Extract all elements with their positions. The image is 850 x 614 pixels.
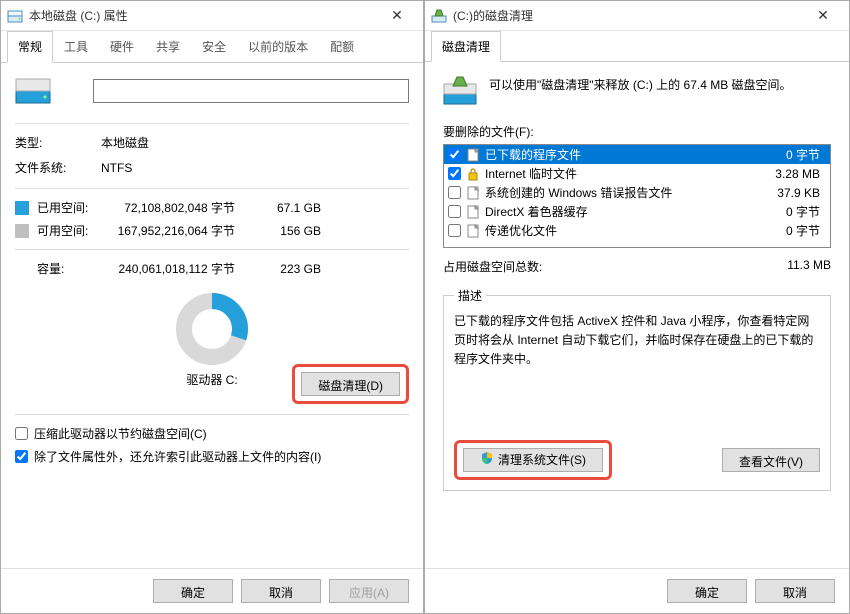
file-name: Internet 临时文件: [485, 165, 752, 182]
file-icon: [465, 147, 481, 163]
ok-button[interactable]: 确定: [153, 579, 233, 603]
apply-button[interactable]: 应用(A): [329, 579, 409, 603]
cleanup-icon: [431, 8, 447, 24]
file-checkbox[interactable]: [448, 148, 461, 161]
free-gb: 156 GB: [251, 224, 321, 238]
file-item[interactable]: Internet 临时文件 3.28 MB: [444, 164, 830, 183]
file-size: 0 字节: [756, 222, 826, 239]
tab-quota[interactable]: 配额: [319, 31, 365, 62]
file-name: 系统创建的 Windows 错误报告文件: [485, 184, 752, 201]
file-item[interactable]: DirectX 着色器缓存 0 字节: [444, 202, 830, 221]
total-value: 11.3 MB: [787, 258, 831, 275]
description-legend: 描述: [454, 287, 486, 304]
close-button[interactable]: ✕: [377, 2, 417, 30]
file-item[interactable]: 系统创建的 Windows 错误报告文件 37.9 KB: [444, 183, 830, 202]
free-bytes: 167,952,216,064 字节: [101, 222, 251, 239]
usage-chart: [15, 293, 409, 365]
capacity-bytes: 240,061,018,112 字节: [101, 260, 251, 277]
file-size: 3.28 MB: [756, 167, 826, 181]
shield-icon: [480, 451, 494, 468]
lock-icon: [465, 166, 481, 182]
file-checkbox[interactable]: [448, 167, 461, 180]
tab-tools[interactable]: 工具: [53, 31, 99, 62]
close-button[interactable]: ✕: [803, 2, 843, 30]
tabs: 磁盘清理: [425, 31, 849, 62]
file-checkbox[interactable]: [448, 186, 461, 199]
capacity-gb: 223 GB: [251, 262, 321, 276]
clean-system-files-button[interactable]: 清理系统文件(S): [463, 448, 603, 472]
drive-icon: [7, 8, 23, 24]
tab-sharing[interactable]: 共享: [145, 31, 191, 62]
cleanup-large-icon: [443, 76, 477, 109]
ok-button[interactable]: 确定: [667, 579, 747, 603]
fs-value: NTFS: [101, 161, 132, 175]
disk-properties-window: 本地磁盘 (C:) 属性 ✕ 常规 工具 硬件 共享 安全 以前的版本 配额 类…: [0, 0, 424, 614]
compress-label: 压缩此驱动器以节约磁盘空间(C): [34, 425, 207, 442]
capacity-label: 容量:: [37, 260, 101, 277]
clean-system-label: 清理系统文件(S): [498, 451, 586, 468]
files-label: 要删除的文件(F):: [443, 123, 831, 140]
compress-checkbox[interactable]: [15, 427, 28, 440]
file-name: 传递优化文件: [485, 222, 752, 239]
file-icon: [465, 185, 481, 201]
index-checkbox-row[interactable]: 除了文件属性外，还允许索引此驱动器上文件的内容(I): [15, 448, 409, 465]
index-label: 除了文件属性外，还允许索引此驱动器上文件的内容(I): [34, 448, 321, 465]
type-label: 类型:: [15, 134, 101, 151]
file-name: DirectX 着色器缓存: [485, 203, 752, 220]
tab-previous[interactable]: 以前的版本: [237, 31, 319, 62]
compress-checkbox-row[interactable]: 压缩此驱动器以节约磁盘空间(C): [15, 425, 409, 442]
free-color: [15, 224, 29, 238]
cleanup-header-text: 可以使用"磁盘清理"来释放 (C:) 上的 67.4 MB 磁盘空间。: [489, 76, 831, 94]
file-size: 0 字节: [756, 146, 826, 163]
used-color: [15, 201, 29, 215]
fs-label: 文件系统:: [15, 159, 101, 176]
file-checkbox[interactable]: [448, 224, 461, 237]
tab-cleanup[interactable]: 磁盘清理: [431, 31, 501, 62]
description-text: 已下载的程序文件包括 ActiveX 控件和 Java 小程序，你查看特定网页时…: [454, 312, 820, 370]
used-label: 已用空间:: [37, 199, 101, 216]
tab-hardware[interactable]: 硬件: [99, 31, 145, 62]
total-label: 占用磁盘空间总数:: [443, 258, 542, 275]
view-files-button[interactable]: 查看文件(V): [722, 448, 820, 472]
cancel-button[interactable]: 取消: [241, 579, 321, 603]
description-fieldset: 描述 已下载的程序文件包括 ActiveX 控件和 Java 小程序，你查看特定…: [443, 287, 831, 491]
file-size: 0 字节: [756, 203, 826, 220]
window-title: (C:)的磁盘清理: [453, 7, 803, 24]
titlebar[interactable]: 本地磁盘 (C:) 属性 ✕: [1, 1, 423, 31]
type-value: 本地磁盘: [101, 134, 149, 151]
free-label: 可用空间:: [37, 222, 101, 239]
used-gb: 67.1 GB: [251, 201, 321, 215]
file-icon: [465, 223, 481, 239]
file-item[interactable]: 传递优化文件 0 字节: [444, 221, 830, 240]
dialog-buttons: 确定 取消 应用(A): [1, 568, 423, 613]
file-list[interactable]: 已下载的程序文件 0 字节 Internet 临时文件 3.28 MB 系统创建…: [443, 144, 831, 248]
drive-large-icon: [15, 77, 93, 105]
tab-security[interactable]: 安全: [191, 31, 237, 62]
tabs: 常规 工具 硬件 共享 安全 以前的版本 配额: [1, 31, 423, 63]
cleanup-highlight: 磁盘清理(D): [292, 364, 409, 404]
window-title: 本地磁盘 (C:) 属性: [29, 7, 377, 24]
index-checkbox[interactable]: [15, 450, 28, 463]
clean-system-highlight: 清理系统文件(S): [454, 440, 612, 480]
file-checkbox[interactable]: [448, 205, 461, 218]
cancel-button[interactable]: 取消: [755, 579, 835, 603]
disk-cleanup-window: (C:)的磁盘清理 ✕ 磁盘清理 可以使用"磁盘清理"来释放 (C:) 上的 6…: [424, 0, 850, 614]
drive-name-input[interactable]: [93, 79, 409, 103]
tab-general[interactable]: 常规: [7, 31, 53, 63]
file-item[interactable]: 已下载的程序文件 0 字节: [444, 145, 830, 164]
dialog-buttons: 确定 取消: [425, 568, 849, 613]
file-icon: [465, 204, 481, 220]
used-bytes: 72,108,802,048 字节: [101, 199, 251, 216]
content: 可以使用"磁盘清理"来释放 (C:) 上的 67.4 MB 磁盘空间。 要删除的…: [425, 62, 849, 568]
file-name: 已下载的程序文件: [485, 146, 752, 163]
file-size: 37.9 KB: [756, 186, 826, 200]
titlebar[interactable]: (C:)的磁盘清理 ✕: [425, 1, 849, 31]
disk-cleanup-button[interactable]: 磁盘清理(D): [301, 372, 400, 396]
content: 类型: 本地磁盘 文件系统: NTFS 已用空间: 72,108,802,048…: [1, 63, 423, 568]
